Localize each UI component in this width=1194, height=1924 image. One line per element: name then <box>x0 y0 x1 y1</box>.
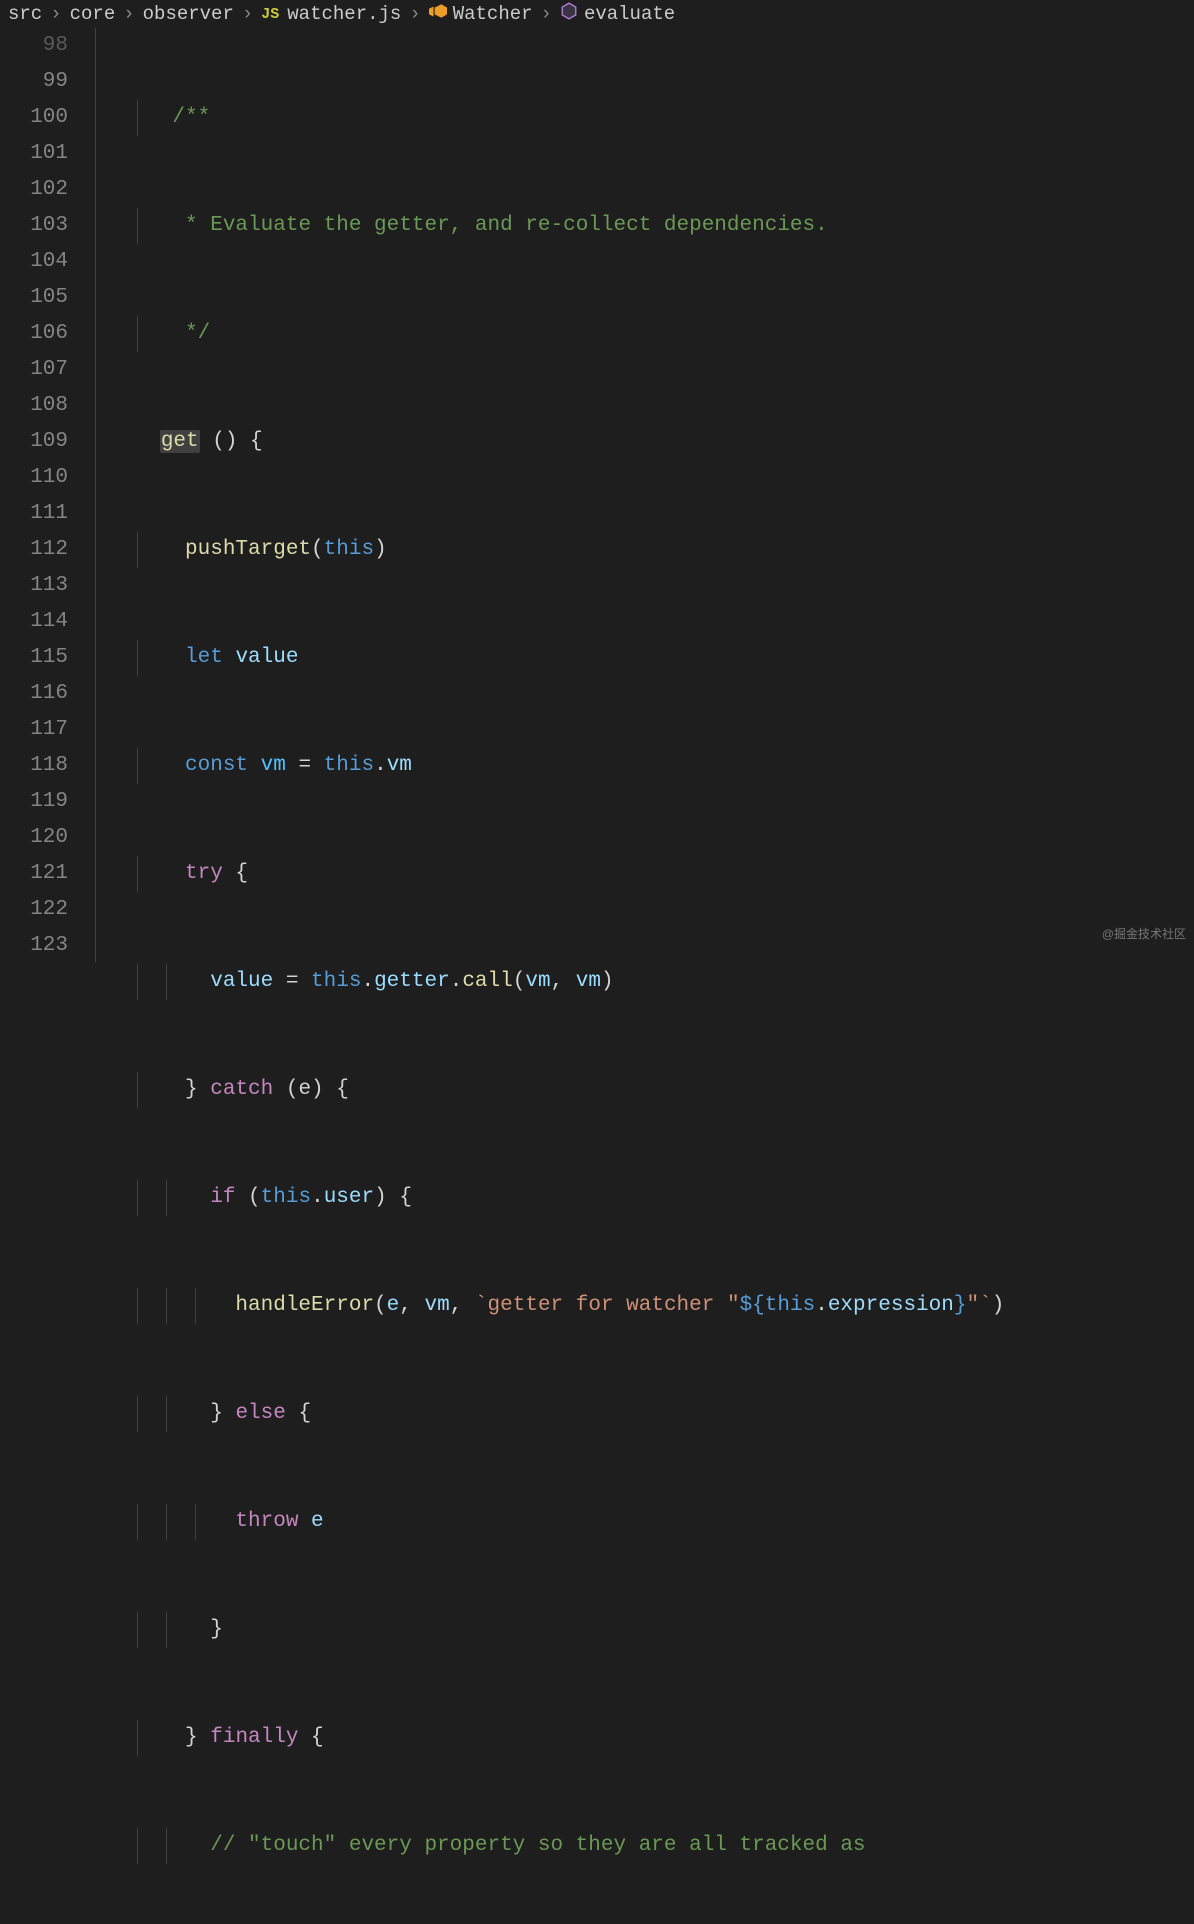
code-line: pushTarget(this) <box>122 532 1194 568</box>
code-line: const vm = this.vm <box>122 748 1194 784</box>
code-area[interactable]: /** * Evaluate the getter, and re-collec… <box>122 28 1194 962</box>
line-number: 113 <box>0 568 68 604</box>
code-line: if (this.user) { <box>122 1180 1194 1216</box>
line-number: 114 <box>0 604 68 640</box>
code-line: * Evaluate the getter, and re-collect de… <box>122 208 1194 244</box>
code-line: /** <box>122 100 1194 136</box>
line-number: 101 <box>0 136 68 172</box>
line-number: 123 <box>0 928 68 964</box>
js-icon: JS <box>261 6 279 23</box>
line-number: 103 <box>0 208 68 244</box>
fold-bar <box>86 28 122 962</box>
line-number: 112 <box>0 532 68 568</box>
line-gutter: 98 99 100 101 102 103 104 105 106 107 10… <box>0 28 86 962</box>
crumb-src[interactable]: src <box>8 3 42 25</box>
code-line: */ <box>122 316 1194 352</box>
line-number: 98 <box>0 28 68 64</box>
line-number: 108 <box>0 388 68 424</box>
line-number: 106 <box>0 316 68 352</box>
crumb-class[interactable]: Watcher <box>453 3 533 25</box>
line-number: 116 <box>0 676 68 712</box>
line-number: 99 <box>0 64 68 100</box>
code-line: } <box>122 1612 1194 1648</box>
line-number: 109 <box>0 424 68 460</box>
line-number: 120 <box>0 820 68 856</box>
line-number: 104 <box>0 244 68 280</box>
chevron-right-icon: › <box>541 3 552 25</box>
crumb-file[interactable]: watcher.js <box>287 3 401 25</box>
crumb-method[interactable]: evaluate <box>584 3 675 25</box>
code-line: } catch (e) { <box>122 1072 1194 1108</box>
code-line: try { <box>122 856 1194 892</box>
line-number: 121 <box>0 856 68 892</box>
code-line: // "touch" every property so they are al… <box>122 1828 1194 1864</box>
code-line: } finally { <box>122 1720 1194 1756</box>
crumb-observer[interactable]: observer <box>143 3 234 25</box>
line-number: 107 <box>0 352 68 388</box>
code-line: get () { <box>122 424 1194 460</box>
line-number: 105 <box>0 280 68 316</box>
watermark: @掘金技术社区 <box>1102 925 1186 942</box>
line-number: 100 <box>0 100 68 136</box>
line-number: 102 <box>0 172 68 208</box>
line-number: 117 <box>0 712 68 748</box>
class-icon <box>429 2 447 26</box>
line-number: 122 <box>0 892 68 928</box>
chevron-right-icon: › <box>409 3 420 25</box>
method-icon <box>560 2 578 26</box>
line-number: 115 <box>0 640 68 676</box>
code-editor[interactable]: 98 99 100 101 102 103 104 105 106 107 10… <box>0 28 1194 962</box>
chevron-right-icon: › <box>242 3 253 25</box>
chevron-right-icon: › <box>50 3 61 25</box>
line-number: 119 <box>0 784 68 820</box>
crumb-core[interactable]: core <box>70 3 116 25</box>
breadcrumb[interactable]: src › core › observer › JS watcher.js › … <box>0 0 1194 28</box>
line-number: 111 <box>0 496 68 532</box>
code-line: } else { <box>122 1396 1194 1432</box>
code-line: throw e <box>122 1504 1194 1540</box>
code-line: let value <box>122 640 1194 676</box>
code-line: value = this.getter.call(vm, vm) <box>122 964 1194 1000</box>
line-number: 118 <box>0 748 68 784</box>
code-line: handleError(e, vm, `getter for watcher "… <box>122 1288 1194 1324</box>
chevron-right-icon: › <box>123 3 134 25</box>
line-number: 110 <box>0 460 68 496</box>
